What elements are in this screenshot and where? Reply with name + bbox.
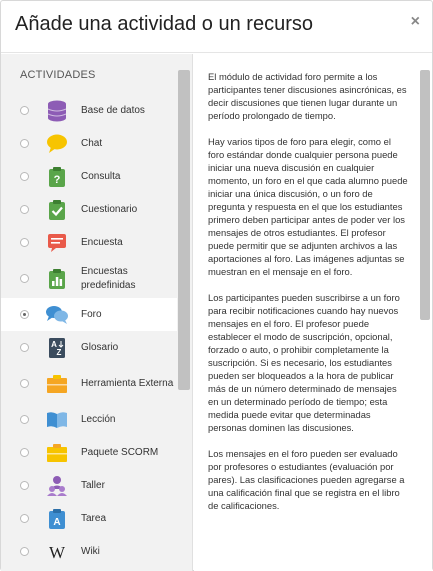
- activity-item-cuestionario[interactable]: Cuestionario: [1, 193, 177, 226]
- radio-button[interactable]: [20, 343, 29, 352]
- activity-list-panel: ACTIVIDADES Base de datos Chat ? Consult…: [1, 54, 193, 571]
- quiz-icon: [45, 198, 69, 222]
- forum-icon: [45, 303, 69, 327]
- activity-label: Taller: [81, 479, 105, 491]
- workshop-icon: [45, 474, 69, 498]
- description-scrollbar[interactable]: [420, 70, 430, 320]
- activity-item-chat[interactable]: Chat: [1, 127, 177, 160]
- wiki-icon: W: [45, 540, 69, 564]
- radio-button[interactable]: [20, 547, 29, 556]
- glossary-icon: AZ: [45, 336, 69, 360]
- section-label-actividades: ACTIVIDADES: [20, 69, 96, 81]
- activity-item-herramienta-externa[interactable]: Herramienta Externa: [1, 364, 177, 403]
- description-paragraph: Hay varios tipos de foro para elegir, co…: [208, 136, 408, 277]
- choice-icon: ?: [45, 165, 69, 189]
- radio-button[interactable]: [20, 139, 29, 148]
- activity-description: El módulo de actividad foro permite a lo…: [208, 70, 408, 525]
- svg-text:W: W: [49, 543, 66, 561]
- radio-button[interactable]: [20, 415, 29, 424]
- activity-item-wiki[interactable]: W Wiki: [1, 535, 177, 568]
- activity-item-encuesta[interactable]: Encuesta: [1, 226, 177, 259]
- activity-item-tarea[interactable]: A Tarea: [1, 502, 177, 535]
- activity-label: Lección: [81, 413, 116, 425]
- dialog-header: Añade una actividad o un recurso ×: [1, 1, 432, 53]
- activity-item-consulta[interactable]: ? Consulta: [1, 160, 177, 193]
- radio-button[interactable]: [20, 106, 29, 115]
- lesson-icon: [45, 408, 69, 432]
- database-icon: [45, 99, 69, 123]
- activity-item-glosario[interactable]: AZ Glosario: [1, 331, 177, 364]
- svg-text:?: ?: [54, 174, 61, 186]
- activity-item-paquete-scorm[interactable]: Paquete SCORM: [1, 436, 177, 469]
- activity-label: Herramienta Externa: [81, 377, 174, 389]
- activity-item-taller[interactable]: Taller: [1, 469, 177, 502]
- radio-button[interactable]: [20, 514, 29, 523]
- activity-label: Base de datos: [81, 104, 145, 116]
- chat-icon: [45, 132, 69, 156]
- activity-label: Tarea: [81, 512, 107, 524]
- radio-button[interactable]: [20, 379, 29, 388]
- activity-item-encuestas-predefinidas[interactable]: Encuestas predefinidas: [1, 259, 177, 298]
- svg-text:Z: Z: [57, 348, 62, 357]
- activity-item-base-de-datos[interactable]: Base de datos: [1, 94, 177, 127]
- external-tool-icon: [45, 372, 69, 396]
- description-paragraph: El módulo de actividad foro permite a lo…: [208, 71, 407, 121]
- activity-label: Chat: [81, 137, 103, 149]
- activity-list-scrollbar[interactable]: [178, 70, 190, 390]
- activity-label: Glosario: [81, 341, 119, 353]
- feedback-icon: [45, 231, 69, 255]
- activity-item-leccion[interactable]: Lección: [1, 403, 177, 436]
- radio-button[interactable]: [20, 274, 29, 283]
- radio-button[interactable]: [20, 481, 29, 490]
- activity-item-foro[interactable]: Foro: [1, 298, 177, 331]
- radio-button[interactable]: [20, 205, 29, 214]
- dialog-title: Añade una actividad o un recurso: [15, 13, 313, 35]
- radio-button[interactable]: [20, 238, 29, 247]
- activity-label: Encuesta: [81, 236, 123, 248]
- activity-label: Foro: [81, 308, 102, 320]
- radio-button[interactable]: [20, 448, 29, 457]
- activity-label: Paquete SCORM: [81, 446, 159, 458]
- description-paragraph: Los mensajes en el foro pueden ser evalu…: [208, 448, 405, 511]
- activity-label: Encuestas predefinidas: [81, 265, 136, 291]
- close-icon[interactable]: ×: [411, 13, 420, 31]
- radio-button[interactable]: [20, 172, 29, 181]
- assignment-icon: A: [45, 507, 69, 531]
- activity-list: Base de datos Chat ? Consulta Cuestionar…: [1, 94, 177, 568]
- activity-label: Wiki: [81, 545, 100, 557]
- radio-button-selected[interactable]: [20, 310, 29, 319]
- survey-icon: [45, 267, 69, 291]
- description-paragraph: Los participantes pueden suscribirse a u…: [208, 292, 400, 433]
- description-panel: El módulo de actividad foro permite a lo…: [194, 54, 432, 571]
- activity-label: Consulta: [81, 170, 121, 182]
- svg-text:A: A: [53, 517, 60, 528]
- scorm-icon: [45, 441, 69, 465]
- activity-label: Cuestionario: [81, 203, 138, 215]
- activity-chooser-dialog: Añade una actividad o un recurso × ACTIV…: [0, 0, 433, 571]
